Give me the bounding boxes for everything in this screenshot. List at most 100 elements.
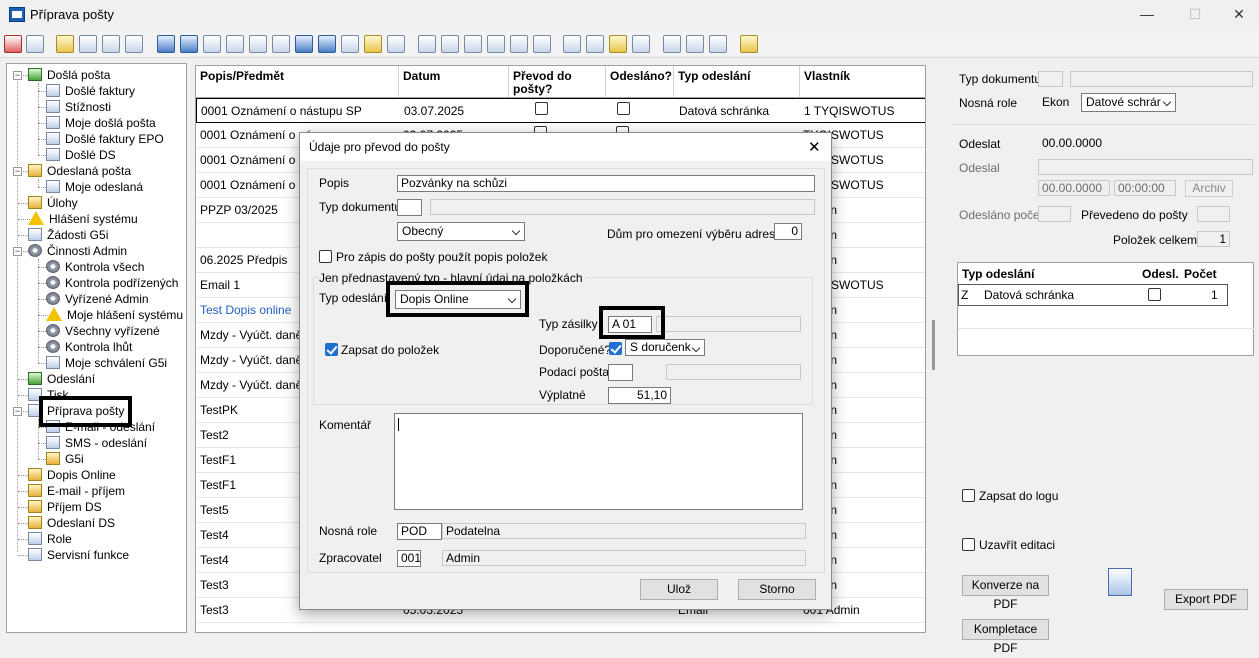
col-odeslano[interactable]: Odesláno?	[606, 66, 674, 98]
col-prevod[interactable]: Převod do pošty?	[509, 66, 606, 98]
uloz-button[interactable]: Ulož	[640, 579, 718, 600]
storno-button[interactable]: Storno	[738, 579, 816, 600]
uzavrit-checkbox[interactable]	[962, 538, 975, 551]
paste-icon[interactable]	[249, 35, 267, 53]
tree-item-dosla-posta[interactable]: Došlá pošta	[28, 67, 110, 83]
move-icon[interactable]	[341, 35, 359, 53]
expand-toggle[interactable]: −	[13, 247, 22, 256]
table-row[interactable]: 0001 Oznámení o nástupu SP 03.07.2025 Dato…	[196, 98, 925, 123]
tree-item-dosle-faktury[interactable]: Došlé faktury	[46, 83, 135, 99]
filter-icon[interactable]	[441, 35, 459, 53]
tree-item-moje-hlaseni-systemu[interactable]: Moje hlášení systému	[46, 307, 183, 323]
import-icon[interactable]	[295, 35, 313, 53]
row-odesl-checkbox[interactable]	[1148, 288, 1161, 301]
kompletace-pdf-button[interactable]: Kompletace PDF	[962, 619, 1049, 655]
vyplatne-input[interactable]: 51,10	[608, 387, 671, 404]
tree-item-dopis-online[interactable]: Dopis Online	[28, 467, 116, 483]
copy-icon[interactable]	[226, 35, 244, 53]
tree-item-vsechny-vyrizene[interactable]: Všechny vyřízené	[46, 323, 160, 339]
prevod-checkbox[interactable]	[535, 102, 548, 115]
refresh-icon[interactable]	[632, 35, 650, 53]
close-button[interactable]: ✕	[1224, 4, 1254, 24]
col-typ[interactable]: Typ odeslání	[674, 66, 800, 98]
tree-item-cinnosti-admin[interactable]: Činnosti Admin	[28, 243, 127, 259]
scrollbar[interactable]	[932, 320, 935, 370]
col-vlastnik[interactable]: Vlastník	[800, 66, 925, 98]
zpracovatel-input[interactable]: 001	[397, 550, 421, 567]
maximize-button[interactable]: ☐	[1180, 4, 1210, 24]
doporucene-combo[interactable]: S doručenk	[625, 339, 705, 356]
popis-input[interactable]: Pozvánky na schůzi	[397, 175, 815, 192]
select-icon[interactable]	[272, 35, 290, 53]
col-popis[interactable]: Popis/Předmět	[196, 66, 399, 98]
tree-item-ulohy[interactable]: Úlohy	[28, 195, 78, 211]
delete-icon[interactable]	[102, 35, 120, 53]
export-pdf-button[interactable]: Export PDF	[1164, 589, 1248, 610]
tree-item-role[interactable]: Role	[28, 531, 72, 547]
nosna-role-combo[interactable]: Datové schrár	[1081, 93, 1176, 112]
expand-icon[interactable]	[487, 35, 505, 53]
tree-item-moje-dosla-posta[interactable]: Moje došlá pošta	[46, 115, 156, 131]
tree-item-odeslani[interactable]: Odeslání	[28, 371, 95, 387]
tree-item-prijem-ds[interactable]: Příjem DS	[28, 499, 102, 515]
col-datum[interactable]: Datum	[399, 66, 509, 98]
tree-item-stiznosti[interactable]: Stížnosti	[46, 99, 111, 115]
tree-item-kontrola-lhut[interactable]: Kontrola lhůt	[46, 339, 132, 355]
user-icon[interactable]	[663, 35, 681, 53]
tree-item-kontrola-podrizenych[interactable]: Kontrola podřízených	[46, 275, 178, 291]
tree-item-moje-odeslana[interactable]: Moje odeslaná	[46, 179, 143, 195]
odeslano-checkbox[interactable]	[617, 102, 630, 115]
doporucene-checkbox[interactable]	[609, 342, 622, 355]
podaci-input[interactable]	[608, 364, 633, 381]
new-icon[interactable]	[56, 35, 74, 53]
tree-item-zadosti-g5i[interactable]: Žádosti G5i	[28, 227, 108, 243]
cut-icon[interactable]	[203, 35, 221, 53]
group-icon[interactable]	[464, 35, 482, 53]
minimize-button[interactable]: —	[1132, 4, 1162, 24]
edit-icon[interactable]	[79, 35, 97, 53]
undo-icon[interactable]	[157, 35, 175, 53]
archiv-button[interactable]: Archiv	[1185, 180, 1233, 197]
record-icon[interactable]	[4, 35, 22, 53]
table-icon[interactable]	[533, 35, 551, 53]
tree-item-dosle-faktury-epo[interactable]: Došlé faktury EPO	[46, 131, 164, 147]
preview-icon[interactable]	[686, 35, 704, 53]
tree-item-kontrola-vsech[interactable]: Kontrola všech	[46, 259, 144, 275]
zapsat-logu-checkbox[interactable]	[962, 489, 975, 502]
tree-item-dosle-ds[interactable]: Došlé DS	[46, 147, 116, 163]
tree-item-sms-odeslani[interactable]: SMS - odeslání	[46, 435, 147, 451]
tree-item-odeslani-ds[interactable]: Odeslaní DS	[28, 515, 115, 531]
expand-toggle[interactable]: −	[13, 407, 22, 416]
tree-item-odeslana-posta[interactable]: Odeslaná pošta	[28, 163, 131, 179]
tree-item-vyrizene-admin[interactable]: Vyřízené Admin	[46, 291, 149, 307]
zapsat-polozek-checkbox[interactable]	[325, 343, 338, 356]
print-icon[interactable]	[709, 35, 727, 53]
pro-zapis-checkbox[interactable]	[319, 250, 332, 263]
dialog-close-button[interactable]: ✕	[808, 138, 821, 156]
collapse-icon[interactable]	[510, 35, 528, 53]
export-icon[interactable]	[318, 35, 336, 53]
table-row[interactable]: Z Datová schránka 1	[958, 284, 1228, 306]
layout-icon[interactable]	[26, 35, 44, 53]
list-icon[interactable]	[125, 35, 143, 53]
lock-icon[interactable]	[563, 35, 581, 53]
help-icon[interactable]	[740, 35, 758, 53]
columns-icon[interactable]	[387, 35, 405, 53]
tree-item-e-mail-prijem[interactable]: E-mail - příjem	[28, 483, 125, 499]
home-icon[interactable]	[609, 35, 627, 53]
konverze-pdf-button[interactable]: Konverze na PDF	[962, 575, 1049, 611]
sort-icon[interactable]	[418, 35, 436, 53]
redo-icon[interactable]	[180, 35, 198, 53]
tree-item-moje-schvaleni-g5i[interactable]: Moje schválení G5i	[46, 355, 167, 371]
typ-dokumentu-input[interactable]	[397, 199, 422, 216]
expand-toggle[interactable]: −	[13, 71, 22, 80]
tree-item-hlaseni-systemu[interactable]: Hlášení systému	[28, 211, 138, 227]
search-icon[interactable]	[364, 35, 382, 53]
tree-item-servisni-funkce[interactable]: Servisní funkce	[28, 547, 129, 563]
calc-icon[interactable]	[586, 35, 604, 53]
obecny-combo[interactable]: Obecný	[397, 222, 525, 241]
documents-icon[interactable]	[1108, 568, 1132, 596]
dum-input[interactable]: 0	[774, 223, 802, 240]
komentar-textarea[interactable]	[394, 413, 803, 510]
tree-item-g5i[interactable]: G5i	[46, 451, 84, 467]
